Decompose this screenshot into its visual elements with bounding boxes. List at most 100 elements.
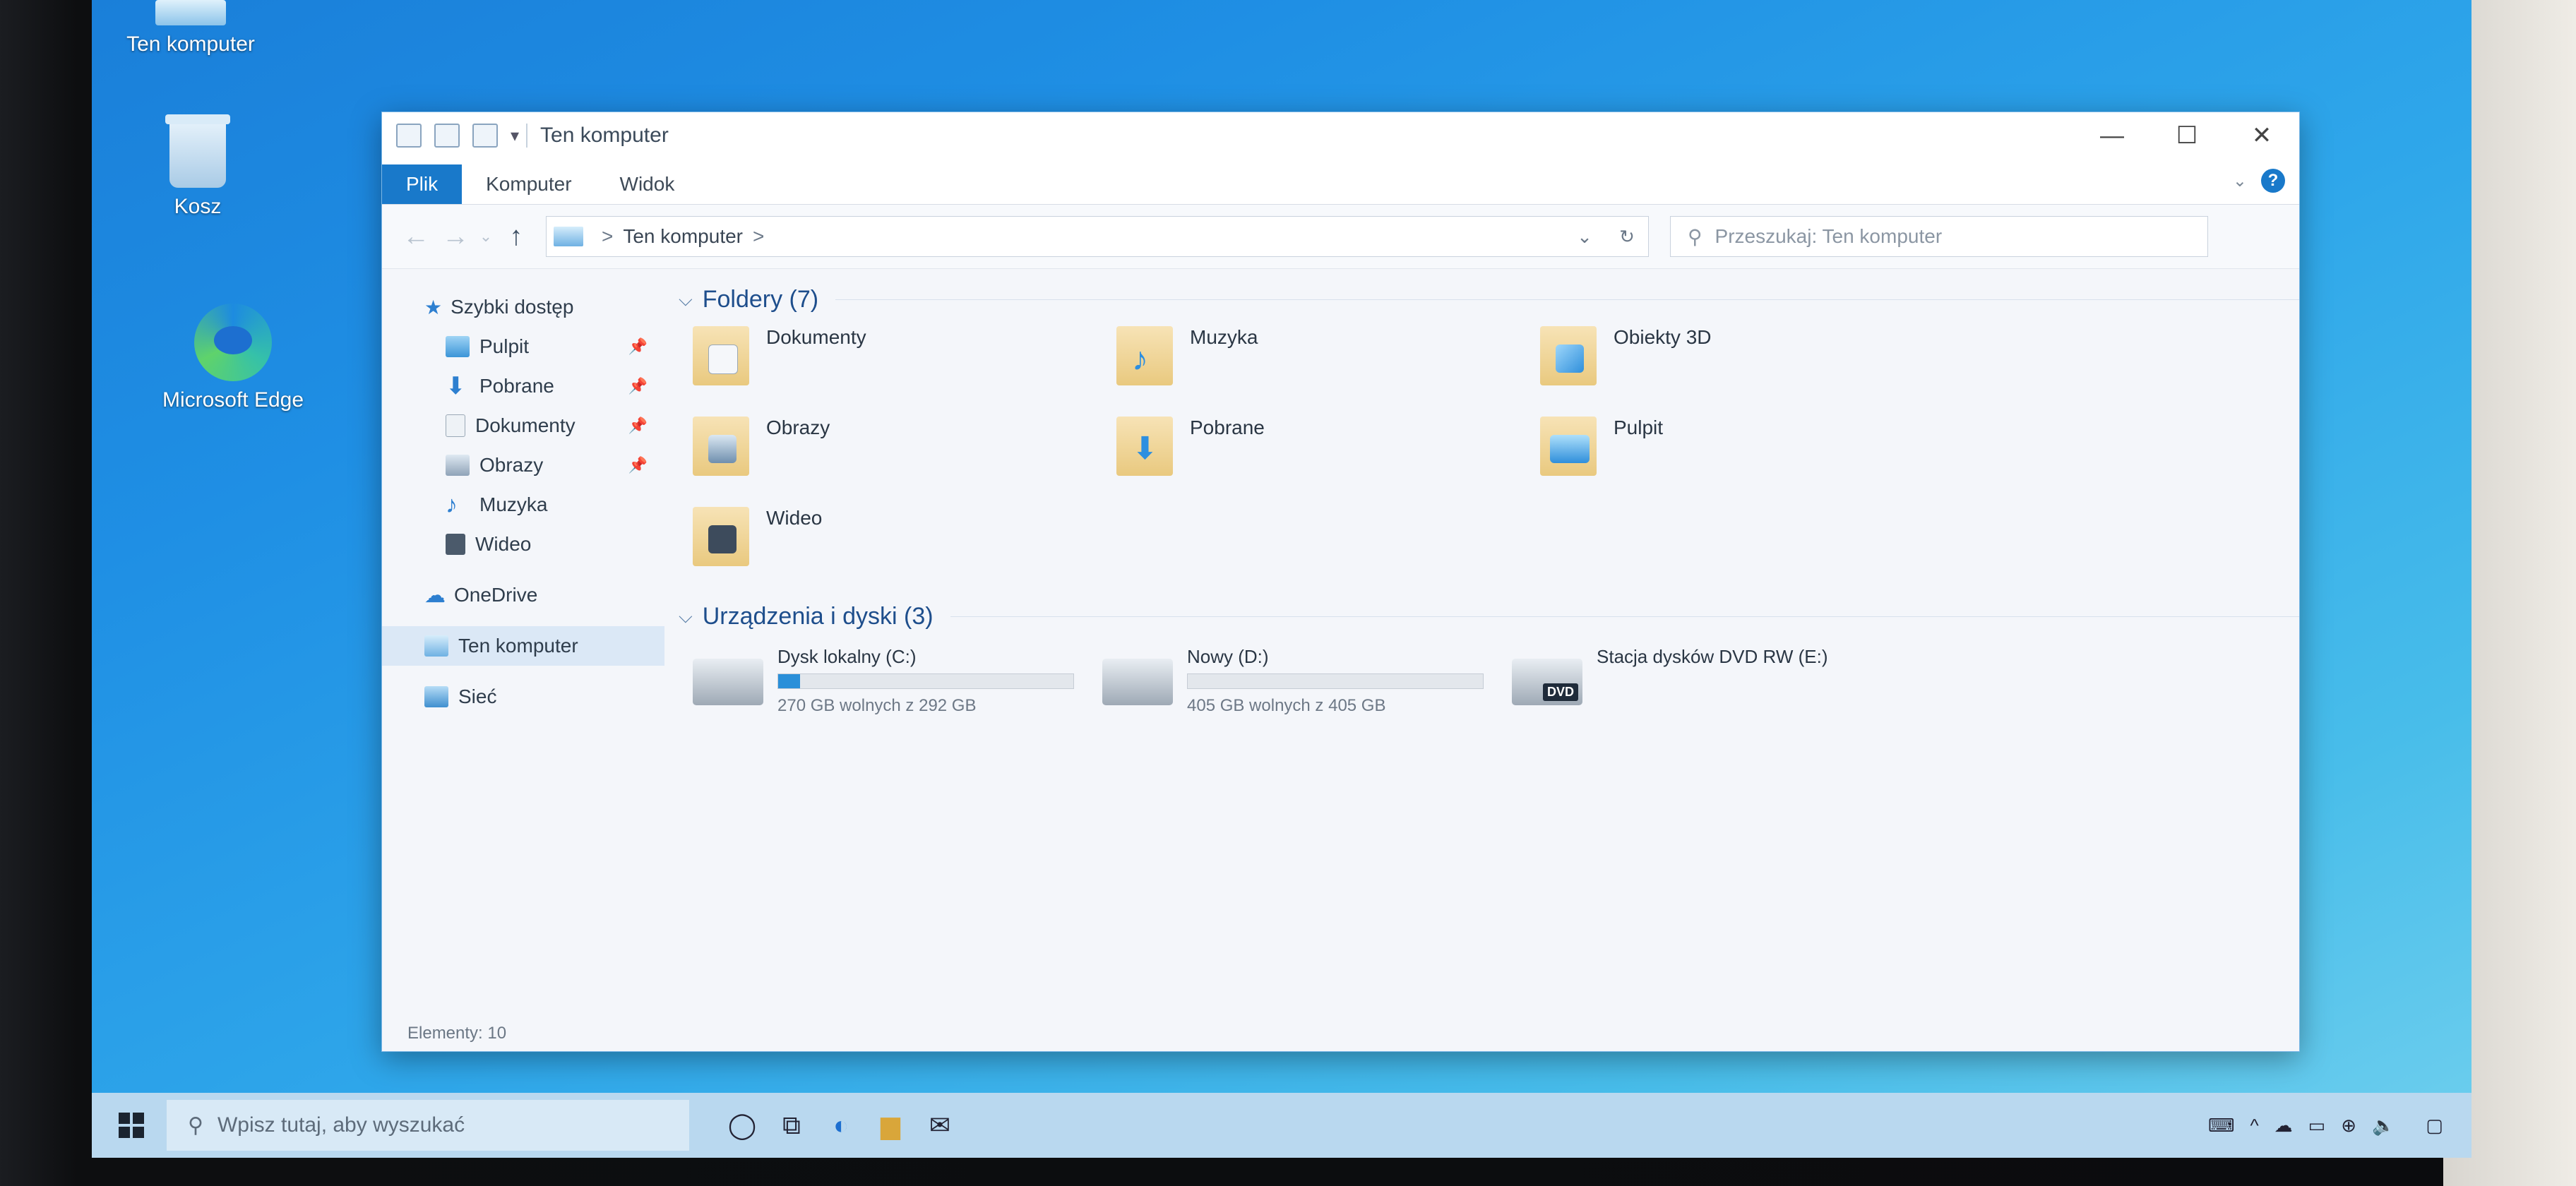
search-icon: ⚲ <box>188 1113 203 1137</box>
folder-pictures[interactable]: Obrazy <box>693 417 1116 507</box>
music-icon: ♪ <box>1116 326 1173 385</box>
folder-downloads[interactable]: ⬇ Pobrane <box>1116 417 1540 507</box>
drive-e[interactable]: DVD Stacja dysków DVD RW (E:) <box>1512 646 1921 716</box>
back-arrow-icon[interactable]: ← <box>396 222 436 252</box>
folder-documents[interactable]: Dokumenty <box>693 326 1116 417</box>
desktop-icon-edge[interactable]: Microsoft Edge <box>148 304 318 412</box>
address-history-dropdown-icon[interactable]: ⌄ <box>1563 226 1606 248</box>
taskbar-search-placeholder: Wpisz tutaj, aby wyszukać <box>217 1113 465 1137</box>
minimize-button[interactable]: — <box>2075 112 2149 159</box>
expand-ribbon-icon[interactable]: ⌄ <box>2233 171 2247 191</box>
sidebar-item-pictures[interactable]: Obrazy 📌 <box>382 445 664 485</box>
folder-3d-objects[interactable]: Obiekty 3D <box>1540 326 1964 417</box>
taskbar-search-box[interactable]: ⚲ Wpisz tutaj, aby wyszukać <box>167 1100 689 1151</box>
pin-icon[interactable]: 📌 <box>628 417 648 435</box>
folder-label: Pobrane <box>1190 417 1265 438</box>
close-button[interactable]: ✕ <box>2224 112 2299 159</box>
sidebar-item-desktop[interactable]: Pulpit 📌 <box>382 327 664 366</box>
video-icon <box>693 507 749 566</box>
folder-music[interactable]: ♪ Muzyka <box>1116 326 1540 417</box>
onedrive-icon[interactable]: ☁ <box>2274 1115 2293 1137</box>
desktop-screen: Ten komputer Kosz Microsoft Edge ▾ Ten k… <box>92 0 2471 1158</box>
collapse-chevron-icon[interactable]: ⌵ <box>679 606 693 628</box>
document-icon <box>693 326 749 385</box>
sidebar-item-onedrive[interactable]: ☁ OneDrive <box>382 575 664 615</box>
content-pane: ⌵ Foldery (7) Dokumenty ♪ Muzyka Obiekty… <box>664 269 2299 1016</box>
desktop-icon-recycle-bin[interactable]: Kosz <box>134 114 261 219</box>
up-arrow-icon[interactable]: ↑ <box>496 222 536 252</box>
sidebar-item-videos[interactable]: Wideo <box>382 525 664 564</box>
sidebar-item-label: Muzyka <box>479 493 548 515</box>
folder-videos[interactable]: Wideo <box>693 507 1116 597</box>
sidebar-item-quick-access[interactable]: ★ Szybki dostęp <box>382 287 664 327</box>
breadcrumb-separator[interactable]: > <box>753 225 764 248</box>
pin-icon[interactable]: 📌 <box>628 337 648 356</box>
tab-file[interactable]: Plik <box>382 164 463 204</box>
edge-icon[interactable]: ◐ <box>816 1100 866 1151</box>
globe-icon[interactable]: ⊕ <box>2341 1115 2356 1137</box>
system-tray: ⌨ ^ ☁ ▭ ⊕ 🔈 ▢ <box>2208 1115 2471 1137</box>
properties-icon[interactable] <box>434 124 460 148</box>
sidebar-item-label: OneDrive <box>454 584 538 606</box>
drive-d[interactable]: Nowy (D:) 405 GB wolnych z 405 GB <box>1102 646 1512 716</box>
pin-icon[interactable]: 📌 <box>628 456 648 474</box>
address-bar[interactable]: > Ten komputer > ⌄ ↻ <box>546 216 1649 257</box>
breadcrumb-this-pc[interactable]: Ten komputer <box>623 225 743 248</box>
volume-icon[interactable]: 🔈 <box>2372 1115 2395 1137</box>
music-icon: ♪ <box>446 491 458 518</box>
desktop-icon-this-pc[interactable]: Ten komputer <box>120 0 261 56</box>
search-box[interactable]: ⚲ Przeszukaj: Ten komputer <box>1670 216 2208 257</box>
picture-icon <box>446 455 470 476</box>
file-explorer-icon[interactable]: ▆ <box>866 1100 915 1151</box>
store-icon[interactable]: ✉ <box>915 1100 965 1151</box>
start-button[interactable] <box>103 1113 160 1138</box>
sidebar-item-this-pc[interactable]: Ten komputer <box>382 626 664 666</box>
computer-icon <box>155 0 226 25</box>
desktop-icon-label: Ten komputer <box>126 32 255 56</box>
new-folder-icon[interactable] <box>472 124 498 148</box>
sidebar-item-network[interactable]: Sieć <box>382 677 664 717</box>
battery-icon[interactable]: ▭ <box>2308 1115 2326 1137</box>
drive-label: Nowy (D:) <box>1187 646 1269 667</box>
folder-label: Wideo <box>766 507 823 529</box>
maximize-button[interactable]: ☐ <box>2149 112 2224 159</box>
sidebar-item-documents[interactable]: Dokumenty 📌 <box>382 406 664 445</box>
taskbar: ⚲ Wpisz tutaj, aby wyszukać ◯ ⧉ ◐ ▆ ✉ ⌨ … <box>92 1093 2471 1158</box>
devices-section-header[interactable]: ⌵ Urządzenia i dyski (3) <box>679 603 2299 630</box>
collapse-chevron-icon[interactable]: ⌵ <box>679 289 693 311</box>
folders-section-header[interactable]: ⌵ Foldery (7) <box>679 286 2299 313</box>
notifications-icon[interactable]: ▢ <box>2426 1115 2443 1137</box>
dvd-drive-icon: DVD <box>1512 659 1582 705</box>
forward-arrow-icon[interactable]: → <box>436 222 475 252</box>
sidebar-item-label: Dokumenty <box>475 414 576 436</box>
sidebar-item-label: Pobrane <box>479 375 554 397</box>
drive-label: Dysk lokalny (C:) <box>777 646 917 667</box>
tab-computer[interactable]: Komputer <box>462 164 595 204</box>
task-view-icon[interactable]: ⧉ <box>767 1100 816 1151</box>
file-explorer-window: ▾ Ten komputer — ☐ ✕ Plik Komputer Widok… <box>381 112 2300 1052</box>
section-title: Foldery (7) <box>702 286 819 313</box>
cortana-icon[interactable]: ◯ <box>717 1100 767 1151</box>
desktop-icon-label: Microsoft Edge <box>162 388 304 412</box>
sidebar-item-label: Pulpit <box>479 335 530 357</box>
sidebar-item-downloads[interactable]: ⬇ Pobrane 📌 <box>382 366 664 406</box>
folder-label: Muzyka <box>1190 326 1258 348</box>
folder-desktop[interactable]: Pulpit <box>1540 417 1964 507</box>
recent-locations-icon[interactable]: ⌄ <box>475 227 496 246</box>
cube-icon <box>1540 326 1597 385</box>
computer-icon <box>554 227 583 246</box>
pin-icon[interactable]: 📌 <box>628 377 648 395</box>
sidebar-item-label: Ten komputer <box>458 635 578 657</box>
edge-icon <box>194 304 272 381</box>
show-hidden-icons-icon[interactable]: ^ <box>2250 1115 2258 1137</box>
customize-quick-access-icon[interactable]: ▾ <box>511 126 519 146</box>
help-icon[interactable]: ? <box>2261 169 2285 193</box>
drive-free-space: 270 GB wolnych z 292 GB <box>777 696 977 715</box>
navigation-pane: ★ Szybki dostęp Pulpit 📌 ⬇ Pobrane 📌 Dok… <box>382 269 664 1016</box>
refresh-icon[interactable]: ↻ <box>1606 226 1648 248</box>
sidebar-item-label: Sieć <box>458 685 497 707</box>
keyboard-icon[interactable]: ⌨ <box>2208 1115 2235 1137</box>
sidebar-item-music[interactable]: ♪ Muzyka <box>382 485 664 525</box>
tab-view[interactable]: Widok <box>596 164 699 204</box>
drive-c[interactable]: Dysk lokalny (C:) 270 GB wolnych z 292 G… <box>693 646 1102 716</box>
